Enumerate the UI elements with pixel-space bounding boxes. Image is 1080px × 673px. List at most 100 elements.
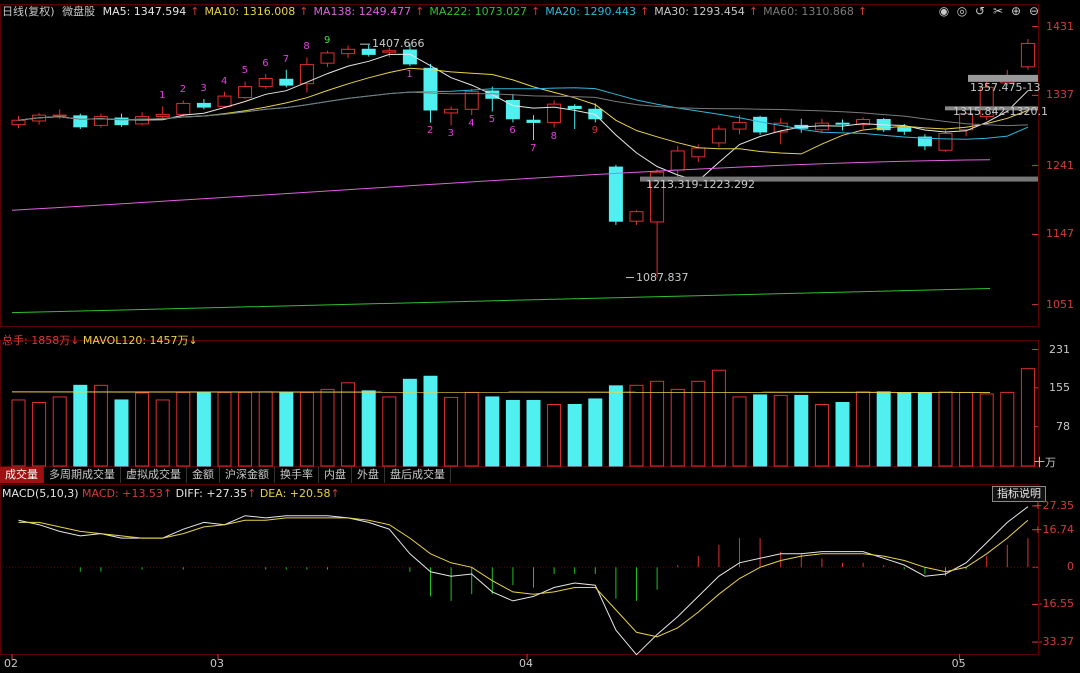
td-count-up: 9 bbox=[324, 34, 331, 46]
volume-bar bbox=[11, 399, 26, 467]
volume-bar bbox=[547, 403, 562, 467]
candle-body bbox=[835, 122, 850, 125]
volume-bar bbox=[608, 385, 623, 467]
td-count-up: 7 bbox=[282, 53, 290, 65]
volume-bar bbox=[320, 388, 335, 467]
macd-panel-frame bbox=[0, 484, 1039, 655]
td-count-down: 2 bbox=[427, 125, 434, 137]
high-price-label: 1407.666 bbox=[372, 37, 425, 51]
diff-value: DIFF: +27.35 bbox=[175, 487, 248, 500]
volume-bar bbox=[423, 375, 438, 467]
candle-body bbox=[279, 78, 294, 86]
volume-bar bbox=[32, 401, 47, 467]
candle-body bbox=[423, 67, 438, 111]
tab-indicator[interactable]: 沪深金额 bbox=[220, 467, 275, 483]
candle-body bbox=[320, 52, 335, 64]
macd-axis-label: +16.74 bbox=[1033, 522, 1074, 536]
price-axis-label: 1337 bbox=[1046, 88, 1074, 102]
td-count-up: 2 bbox=[179, 84, 187, 96]
td-count-down: 8 bbox=[550, 130, 557, 142]
candle-body bbox=[341, 48, 356, 55]
td-count-down: 7 bbox=[530, 143, 537, 154]
volume-bar bbox=[1020, 368, 1035, 467]
volume-axis-label: 78 bbox=[1056, 419, 1070, 433]
candle-body bbox=[176, 102, 191, 115]
candle-body bbox=[382, 50, 397, 53]
ma138-line bbox=[11, 159, 991, 211]
candle-body bbox=[238, 86, 253, 99]
candle-body bbox=[444, 108, 459, 114]
volume-bar bbox=[732, 396, 747, 467]
tab-indicator[interactable]: 外盘 bbox=[352, 467, 385, 483]
macd-axis-label: -16.55 bbox=[1038, 597, 1074, 611]
candle-body bbox=[93, 116, 108, 126]
volume-bar bbox=[856, 391, 871, 467]
volume-bar bbox=[73, 384, 88, 467]
volume-legend: 总手: 1858万↓ MAVOL120: 1457万↓ bbox=[2, 334, 198, 347]
price-panel-frame bbox=[0, 4, 1039, 327]
td-count-up: 5 bbox=[241, 65, 248, 77]
diff-line bbox=[18, 506, 1029, 656]
volume-bar bbox=[753, 394, 768, 467]
tab-indicator[interactable]: 成交量 bbox=[0, 467, 44, 483]
volume-bar bbox=[361, 390, 376, 467]
volume-bar bbox=[238, 391, 253, 467]
volume-bar bbox=[938, 391, 953, 467]
td-count-down: 9 bbox=[591, 125, 599, 137]
volume-bar bbox=[382, 396, 397, 467]
volume-bar bbox=[114, 399, 129, 467]
date-label: 04 bbox=[519, 657, 533, 670]
volume-bar bbox=[155, 399, 170, 467]
macd-axis-label: 0 bbox=[1067, 560, 1074, 574]
volume-bar bbox=[464, 391, 479, 467]
tab-indicator[interactable]: 金额 bbox=[187, 467, 220, 483]
volume-bar bbox=[650, 380, 665, 467]
td-count-up: 8 bbox=[303, 41, 310, 53]
mavol-line bbox=[11, 391, 991, 393]
volume-bar bbox=[691, 380, 706, 467]
candle-body bbox=[1020, 42, 1035, 68]
candle-body bbox=[11, 119, 26, 126]
td-count-up: 4 bbox=[221, 75, 228, 87]
candle-body bbox=[938, 132, 953, 151]
candle-body bbox=[629, 211, 644, 222]
volume-bar bbox=[485, 396, 500, 467]
candle-body bbox=[711, 128, 726, 144]
indicator-tabs: 成交量 多周期成交量 虚拟成交量 金额 沪深金额 换手率 内盘 外盘 盘后成交量 bbox=[0, 467, 451, 483]
ma10-line bbox=[18, 67, 1029, 155]
candle-body bbox=[732, 121, 747, 130]
candle-body bbox=[670, 150, 685, 171]
dea-line bbox=[18, 517, 1029, 638]
tab-indicator[interactable]: 盘后成交量 bbox=[385, 467, 451, 483]
volume-bar bbox=[917, 392, 932, 467]
candle-body bbox=[196, 102, 211, 108]
volume-bar bbox=[135, 392, 150, 467]
volume-bar bbox=[299, 391, 314, 467]
volume-axis-label: 155 bbox=[1049, 380, 1070, 394]
volume-bar bbox=[794, 394, 809, 467]
volume-bar bbox=[835, 401, 850, 467]
candle-body bbox=[52, 114, 67, 117]
price-axis-label: 1051 bbox=[1046, 297, 1074, 311]
macd-axis-label: -33.37 bbox=[1038, 635, 1074, 649]
volume-bar bbox=[773, 394, 788, 467]
macd-value: MACD: +13.53 bbox=[82, 487, 163, 500]
candle-body bbox=[691, 147, 706, 158]
volume-bar bbox=[444, 396, 459, 467]
td-count-down: 3 bbox=[447, 128, 454, 140]
td-count-down: 1 bbox=[406, 69, 413, 81]
volume-unit: 十万 bbox=[1034, 456, 1056, 469]
volume-bar bbox=[258, 391, 273, 467]
gap-label: 1213.319-1223.292 bbox=[646, 177, 755, 191]
dea-value: DEA: +20.58 bbox=[259, 487, 331, 500]
tab-indicator[interactable]: 多周期成交量 bbox=[44, 467, 121, 483]
candle-body bbox=[608, 166, 623, 222]
tab-indicator[interactable]: 虚拟成交量 bbox=[121, 467, 187, 483]
low-price-label: 1087.837 bbox=[636, 270, 689, 284]
gap-label: 1315.842-1320.1 bbox=[953, 105, 1048, 119]
tab-indicator[interactable]: 内盘 bbox=[319, 467, 352, 483]
td-count-up: 6 bbox=[262, 58, 269, 70]
volume-bar bbox=[876, 391, 891, 467]
volume-total-label: 总手: 1858万 bbox=[2, 334, 71, 347]
tab-indicator[interactable]: 换手率 bbox=[275, 467, 319, 483]
